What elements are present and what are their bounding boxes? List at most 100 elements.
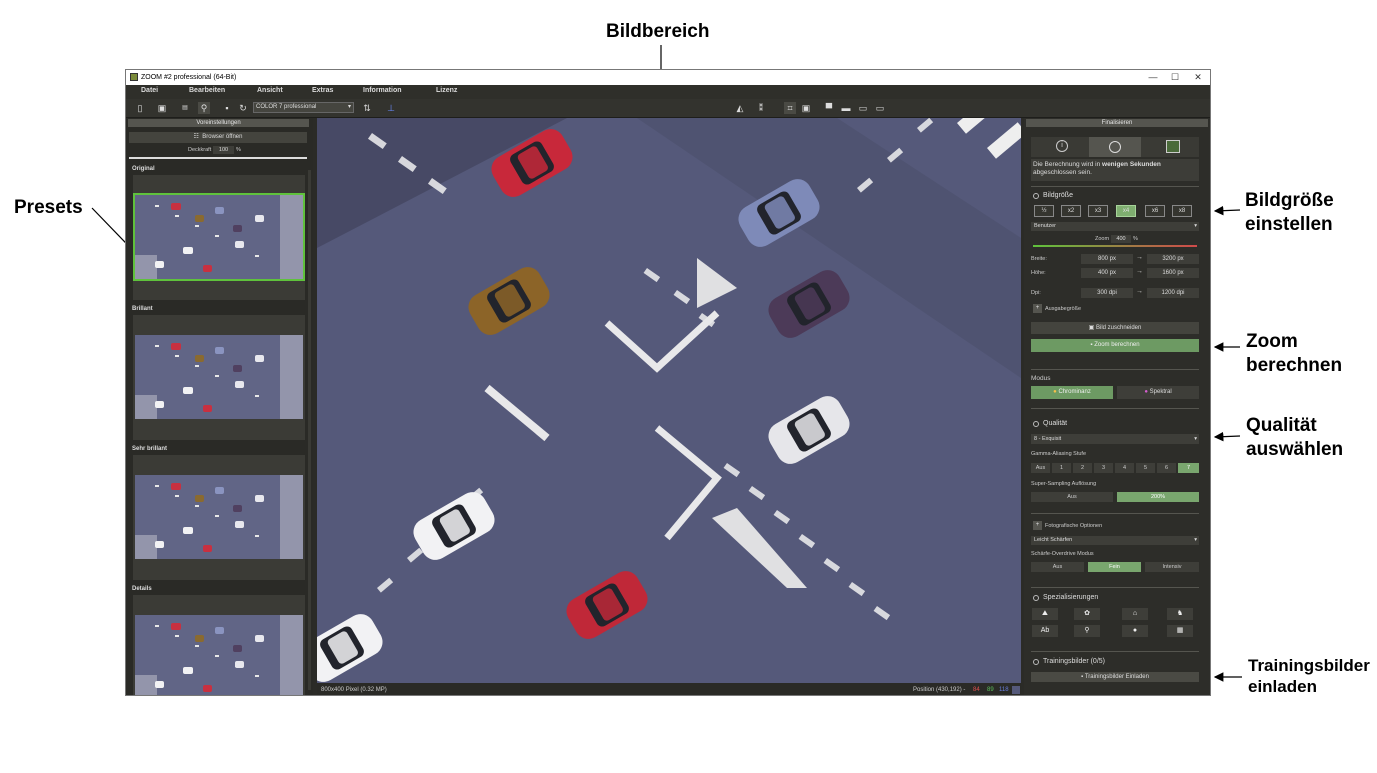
comment-icon[interactable]: ▭ — [857, 102, 869, 114]
animal-icon[interactable]: ♞ — [1167, 608, 1193, 620]
arrow-qualitaet — [1213, 431, 1241, 442]
size-x4-button[interactable]: x4 — [1116, 205, 1136, 217]
menu-extras[interactable]: Extras — [312, 87, 333, 94]
annotation-training-line1: Trainingsbilder — [1248, 656, 1370, 675]
preset-brillant[interactable] — [133, 315, 305, 440]
open-file-icon[interactable]: ▣ — [156, 102, 168, 114]
hoehe-from[interactable]: 400 px — [1081, 268, 1133, 278]
person-icon[interactable]: ● — [1122, 625, 1148, 637]
compare-icon[interactable]: ◭ — [734, 102, 746, 114]
size-x2-button[interactable]: x2 — [1061, 205, 1081, 217]
qualitaet-title: Qualität — [1043, 420, 1068, 427]
gamma-option-2[interactable]: 2 — [1073, 463, 1092, 473]
image-view[interactable] — [317, 118, 1021, 683]
gamma-option-1[interactable]: 1 — [1052, 463, 1071, 473]
link-icon[interactable]: ⚲ — [198, 102, 210, 114]
menu-ansicht[interactable]: Ansicht — [257, 87, 283, 94]
opacity-input[interactable]: 100 — [213, 146, 234, 154]
view-top-icon[interactable]: ▀ — [823, 102, 835, 114]
browser-open-label: Browser öffnen — [202, 134, 243, 140]
speed-fast-icon[interactable]: i — [1056, 140, 1068, 152]
gamma-option-6[interactable]: 6 — [1157, 463, 1176, 473]
refresh-icon[interactable]: ↻ — [237, 102, 249, 114]
preset-sehr-brillant[interactable] — [133, 455, 305, 580]
zoom-calculate-button[interactable]: ▪ Zoom berechnen — [1031, 339, 1199, 352]
expand-photo-options-icon[interactable]: + — [1033, 521, 1042, 530]
note-icon[interactable]: ▭ — [874, 102, 886, 114]
raw-mode-icon[interactable] — [1166, 140, 1180, 153]
menu-lizenz[interactable]: Lizenz — [436, 87, 457, 94]
training-title: Trainingsbilder (0/5) — [1043, 658, 1105, 665]
spektral-button[interactable]: ● Spektral — [1117, 386, 1199, 399]
annotation-presets: Presets — [14, 197, 83, 218]
size-x8-button[interactable]: x8 — [1172, 205, 1192, 217]
size-x3-button[interactable]: x3 — [1088, 205, 1108, 217]
zoom-slider[interactable] — [1033, 245, 1197, 247]
stopwatch-icon — [1109, 141, 1121, 153]
sharpen-select[interactable]: Leicht Schärfen ▾ — [1031, 536, 1199, 545]
size-preset-select[interactable]: Benutzer ▾ — [1031, 222, 1199, 231]
menu-datei[interactable]: Datei — [141, 87, 158, 94]
breite-to[interactable]: 3200 px — [1147, 254, 1199, 264]
overdrive-option-aus[interactable]: Aus — [1031, 562, 1084, 572]
image-import-icon[interactable]: ▤ — [179, 102, 191, 114]
pin-icon[interactable]: ⚲ — [1074, 625, 1100, 637]
chevron-down-icon: ▾ — [347, 104, 351, 110]
quality-select[interactable]: 8 - Exquisit ▾ — [1031, 434, 1199, 444]
crop-image-button[interactable]: ▣ Bild zuschneiden — [1031, 322, 1199, 334]
presets-scrollbar[interactable] — [308, 170, 311, 690]
chrominanz-button[interactable]: ● Chrominanz — [1031, 386, 1113, 399]
color-icon[interactable]: ⇅ — [361, 102, 373, 114]
gamma-option-7[interactable]: 7 — [1178, 463, 1199, 473]
split-icon[interactable]: ⁑ — [755, 102, 767, 114]
size-x6-button[interactable]: x6 — [1145, 205, 1165, 217]
supersampling-option-200[interactable]: 200% — [1117, 492, 1199, 502]
browser-open-button[interactable]: ☷ Browser öffnen — [129, 132, 307, 143]
dpi-to[interactable]: 1200 dpi — [1147, 288, 1199, 298]
crop-view-icon[interactable]: ⌗ — [784, 102, 796, 114]
preset-thumbnail — [135, 475, 303, 559]
fit-view-icon[interactable]: ▣ — [800, 102, 812, 114]
minimize-button[interactable]: — — [1143, 70, 1163, 85]
chevron-down-icon: ▾ — [1194, 436, 1197, 442]
dpi-label: Dpi: — [1031, 290, 1041, 296]
hoehe-to[interactable]: 1600 px — [1147, 268, 1199, 278]
gamma-option-aus[interactable]: Aus — [1031, 463, 1050, 473]
new-file-icon[interactable]: ▯ — [134, 102, 146, 114]
speed-balanced-tab[interactable] — [1089, 137, 1141, 157]
menu-bearbeiten[interactable]: Bearbeiten — [189, 87, 225, 94]
annotation-bildgroesse-line2: einstellen — [1245, 214, 1333, 235]
preset-original[interactable] — [133, 175, 305, 300]
gamma-option-3[interactable]: 3 — [1094, 463, 1113, 473]
preset-details[interactable] — [133, 595, 305, 695]
expand-output-size-icon[interactable]: + — [1033, 304, 1042, 313]
close-button[interactable]: ✕ — [1188, 70, 1208, 85]
dpi-from[interactable]: 300 dpi — [1081, 288, 1133, 298]
opacity-slider[interactable] — [129, 157, 307, 159]
gamma-option-4[interactable]: 4 — [1115, 463, 1134, 473]
maximize-button[interactable]: ☐ — [1165, 70, 1185, 85]
landscape-icon[interactable]: ⛰ — [1032, 608, 1058, 620]
overdrive-option-intensiv[interactable]: Intensiv — [1145, 562, 1199, 572]
gamma-option-5[interactable]: 5 — [1136, 463, 1155, 473]
view-side-icon[interactable]: ▬ — [840, 102, 852, 114]
save-icon: ▪ — [1090, 342, 1093, 348]
annotation-bildbereich: Bildbereich — [606, 21, 710, 42]
size-half-button[interactable]: ½ — [1034, 205, 1054, 217]
zoom-input[interactable]: 400 — [1111, 235, 1131, 243]
text-icon[interactable]: Ab — [1032, 625, 1058, 637]
flower-icon[interactable]: ✿ — [1074, 608, 1100, 620]
profile-select[interactable]: COLOR 7 professional ▾ — [253, 102, 354, 113]
training-load-button[interactable]: ▪ Trainingsbilder Einladen — [1031, 672, 1199, 682]
save-icon[interactable]: ▪ — [221, 102, 233, 114]
breite-from[interactable]: 800 px — [1081, 254, 1133, 264]
overdrive-option-fein[interactable]: Fein — [1088, 562, 1141, 572]
menu-information[interactable]: Information — [363, 87, 402, 94]
annotation-qualitaet: Qualität auswählen — [1246, 414, 1343, 462]
grid-icon[interactable]: ▦ — [1167, 625, 1193, 637]
histogram-icon[interactable]: ⊥ — [385, 102, 397, 114]
toolbar: ▯ ▣ ▤ ⚲ ▪ ↻ COLOR 7 professional ▾ ⇅ ⊥ ◭… — [126, 99, 1210, 118]
modus-label: Modus — [1031, 375, 1051, 382]
architecture-icon[interactable]: ⌂ — [1122, 608, 1148, 620]
supersampling-option-aus[interactable]: Aus — [1031, 492, 1113, 502]
